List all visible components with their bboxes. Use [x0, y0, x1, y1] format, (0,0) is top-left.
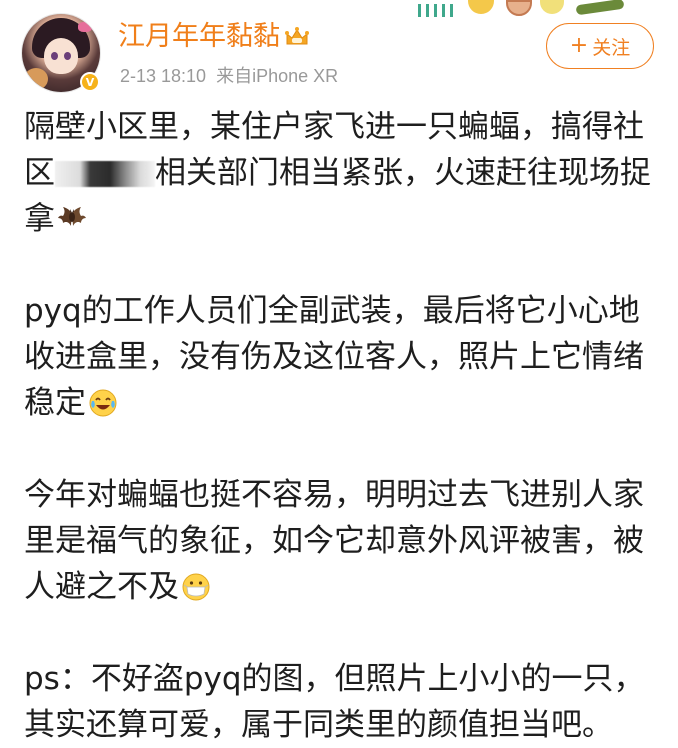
plus-icon: +	[569, 33, 589, 58]
decorative-branch-icon	[575, 0, 625, 16]
text-line: 今年对蝙蝠也挺不容易，明明过去飞进别人家	[24, 477, 644, 513]
text-line: pyq的工作人员们全副武装，最后将它小心地	[24, 293, 640, 329]
text-segment: 稳定	[24, 385, 86, 421]
decorative-bars-icon	[418, 2, 464, 18]
text-line: 人避之不及	[24, 564, 654, 610]
laugh-cry-icon	[88, 385, 118, 417]
decorative-chick-icon	[468, 0, 494, 14]
text-segment: 区	[24, 155, 55, 191]
decorative-cat-icon	[540, 0, 564, 14]
text-line: 里是福气的象征，如今它却意外风评被害，被	[24, 523, 644, 559]
text-line: 隔壁小区里，某住户家飞进一只蝙蝠，搞得社	[24, 109, 644, 145]
author-name-row[interactable]: 江月年年黏黏	[118, 20, 310, 54]
text-line: 区 相关部门相当紧张，火速赶往现场捉	[24, 150, 654, 196]
post-content: 隔壁小区里，某住户家飞进一只蝙蝠，搞得社 区 相关部门相当紧张，火速赶往现场捉 拿…	[24, 104, 654, 748]
post-source: 来自iPhone XR	[216, 66, 339, 86]
post-time: 2-13 18:10	[120, 66, 207, 86]
paragraph: ps：不好盗pyq的图，但照片上小小的一只， 其实还算可爱，属于同类里的颜值担当…	[24, 656, 654, 748]
paragraph: pyq的工作人员们全副武装，最后将它小心地 收进盒里，没有伤及这位客人，照片上它…	[24, 288, 654, 426]
text-line: 其实还算可爱，属于同类里的颜值担当吧。	[24, 707, 613, 743]
avatar[interactable]: V	[22, 14, 100, 92]
text-segment: 相关部门相当紧张，火速赶往现场捉	[155, 155, 651, 191]
verified-badge-icon: V	[80, 72, 100, 92]
follow-button-label: 关注	[592, 36, 631, 59]
post-meta: 2-13 18:10 来自iPhone XR	[120, 62, 338, 88]
bat-icon	[57, 201, 87, 231]
weibo-post: V 江月年年黏黏 2-13 18:10 来自iPhone XR + 关注 隔壁小区…	[0, 0, 678, 743]
paragraph: 今年对蝙蝠也挺不容易，明明过去飞进别人家 里是福气的象征，如今它却意外风评被害，…	[24, 472, 654, 610]
text-line: ps：不好盗pyq的图，但照片上小小的一只，	[24, 661, 645, 697]
mask-face-icon	[181, 569, 211, 601]
text-line: 收进盒里，没有伤及这位客人，照片上它情绪	[24, 339, 644, 375]
text-line: 拿	[24, 196, 654, 242]
redacted-mosaic	[55, 161, 155, 187]
author-name[interactable]: 江月年年黏黏	[118, 21, 280, 52]
paragraph: 隔壁小区里，某住户家飞进一只蝙蝠，搞得社 区 相关部门相当紧张，火速赶往现场捉 拿	[24, 104, 654, 242]
text-line: 稳定	[24, 380, 654, 426]
decorative-donut-icon	[506, 0, 532, 16]
crown-icon	[284, 23, 310, 45]
text-segment: 拿	[24, 201, 55, 237]
text-segment: 人避之不及	[24, 569, 179, 605]
follow-button[interactable]: + 关注	[546, 23, 654, 69]
